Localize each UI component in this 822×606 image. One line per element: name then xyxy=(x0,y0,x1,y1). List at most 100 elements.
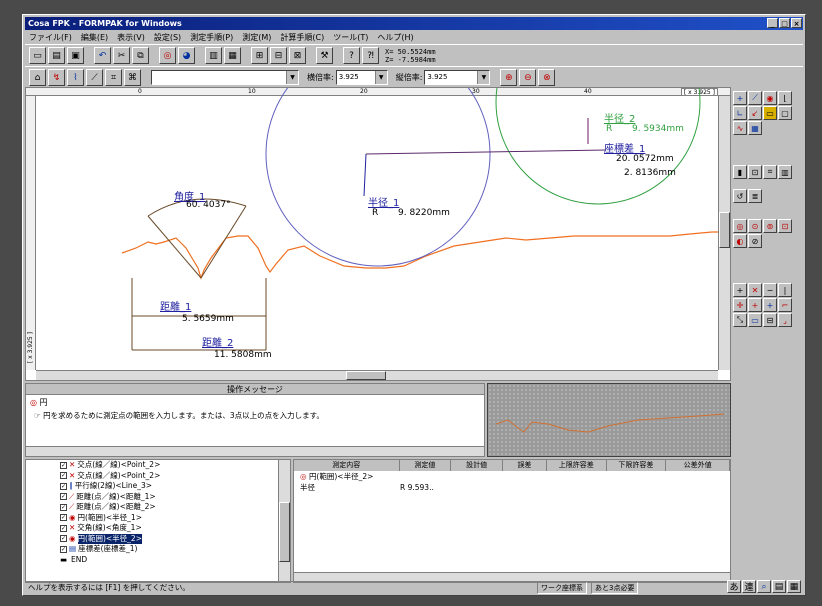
grid-icon[interactable]: ▦ xyxy=(748,121,762,135)
distance-2-label[interactable]: 距離_2 xyxy=(202,334,233,349)
view-b-icon[interactable]: ↯ xyxy=(48,69,65,86)
tree-item[interactable]: ✓ ⟋ 距離(点／線)<距離_2> xyxy=(26,502,290,513)
cross-dash-icon[interactable]: ✛ xyxy=(733,298,747,312)
circle-target-icon[interactable]: ⊚ xyxy=(763,219,777,233)
layout-a-icon[interactable]: ⊞ xyxy=(251,47,268,64)
checkbox[interactable]: ✓ xyxy=(60,503,67,511)
h-scale-select[interactable]: 3.925 ▼ xyxy=(335,70,388,85)
close-button[interactable]: × xyxy=(791,18,802,28)
list-icon[interactable]: ≣ xyxy=(748,189,762,203)
point-icon[interactable]: + xyxy=(733,91,747,105)
col-out-of-tol[interactable]: 公差外値 xyxy=(666,460,730,471)
profile-canvas[interactable]: 0 10 20 30 40 [ x 3.925 ] [ x 3.925 ] 角度… xyxy=(25,87,731,381)
checkbox[interactable]: ✓ xyxy=(60,472,67,480)
grid-icon[interactable]: ▦ xyxy=(787,580,801,593)
cross-icon[interactable]: + xyxy=(733,283,747,297)
menu-measure[interactable]: 測定(M) xyxy=(242,31,271,44)
book-icon[interactable]: ▤ xyxy=(772,580,786,593)
bend-icon[interactable]: ⌐ xyxy=(778,298,792,312)
col-error[interactable]: 誤差 xyxy=(503,460,547,471)
distance-1-label[interactable]: 距離_1 xyxy=(160,298,191,313)
chart-icon[interactable]: ▥ xyxy=(205,47,222,64)
menu-help[interactable]: ヘルプ(H) xyxy=(377,31,413,44)
view-c-icon[interactable]: ⌇ xyxy=(67,69,84,86)
chevron-down-icon[interactable]: ▼ xyxy=(374,71,387,84)
line-icon[interactable]: ⟋ xyxy=(748,91,762,105)
minus-box-icon[interactable]: ⊟ xyxy=(763,313,777,327)
zoom-out-icon[interactable]: ⊖ xyxy=(519,69,537,86)
frame-icon[interactable]: ⊡ xyxy=(748,165,762,179)
circle-box-icon[interactable]: ⊡ xyxy=(778,219,792,233)
report-icon[interactable]: ▦ xyxy=(224,47,241,64)
checkbox[interactable]: ✓ xyxy=(60,514,67,522)
menu-settings[interactable]: 設定(S) xyxy=(154,31,181,44)
layout-b-icon[interactable]: ⊟ xyxy=(270,47,287,64)
message-scrollbar[interactable] xyxy=(26,446,484,456)
checkbox[interactable]: ✓ xyxy=(60,461,67,469)
scroll-thumb[interactable] xyxy=(346,371,386,380)
zoom-fit-icon[interactable]: ⊗ xyxy=(538,69,556,86)
rotate-icon[interactable]: ↺ xyxy=(733,189,747,203)
menu-edit[interactable]: 編集(E) xyxy=(81,31,108,44)
v-scale-select[interactable]: 3.925 ▼ xyxy=(424,70,491,85)
input-mode-icon[interactable]: 連 xyxy=(742,580,756,593)
chevron-down-icon[interactable]: ▼ xyxy=(477,71,490,84)
circle-points-icon[interactable]: ⊙ xyxy=(748,219,762,233)
view-f-icon[interactable]: ⌘ xyxy=(124,69,141,86)
radius-2-label[interactable]: 半径_2 xyxy=(604,110,635,125)
table-row[interactable]: ◎ 円(範囲)<半径_2> xyxy=(294,471,730,482)
ime-icon[interactable]: あ xyxy=(727,580,741,593)
table-row[interactable]: 半径 R 9.593.. xyxy=(294,482,730,493)
tree-item[interactable]: ✓ ✕ 交点(線／線)<Point_2> xyxy=(26,460,290,471)
col-design[interactable]: 設計値 xyxy=(451,460,504,471)
tree-item[interactable]: ▬ END xyxy=(26,555,290,566)
tree-item[interactable]: ✓ ◉ 円(範囲)<半径_2> xyxy=(26,533,290,544)
checkbox[interactable]: ✓ xyxy=(60,524,67,532)
columns-icon[interactable]: ▥ xyxy=(778,165,792,179)
canvas-horizontal-scrollbar[interactable] xyxy=(36,370,718,380)
view-a-icon[interactable]: ⌂ xyxy=(29,69,46,86)
scroll-thumb[interactable] xyxy=(279,502,290,562)
overview-preview[interactable] xyxy=(487,383,731,457)
new-file-icon[interactable]: ▭ xyxy=(29,47,46,64)
undo-icon[interactable]: ↶ xyxy=(94,47,111,64)
tool-icon[interactable]: ⚒ xyxy=(316,47,333,64)
menu-file[interactable]: ファイル(F) xyxy=(29,31,72,44)
checkbox[interactable]: ✓ xyxy=(60,545,67,553)
save-icon[interactable]: ▣ xyxy=(67,47,84,64)
wave-icon[interactable]: ∿ xyxy=(733,121,747,135)
col-lower-tol[interactable]: 下限許容差 xyxy=(607,460,667,471)
menu-calc-procedure[interactable]: 計算手順(C) xyxy=(280,31,324,44)
tree-item[interactable]: ✓ ✕ 交角(線)<角度_1> xyxy=(26,523,290,534)
chevron-down-icon[interactable]: ▼ xyxy=(286,71,298,84)
checkbox[interactable]: ✓ xyxy=(60,493,67,501)
vertical-icon[interactable]: | xyxy=(778,283,792,297)
cut-icon[interactable]: ✂ xyxy=(113,47,130,64)
arc-icon[interactable]: ◐ xyxy=(733,234,747,248)
help-icon[interactable]: ? xyxy=(343,47,360,64)
col-upper-tol[interactable]: 上限許容差 xyxy=(547,460,607,471)
rect-icon[interactable]: ▭ xyxy=(748,313,762,327)
circle-icon[interactable]: ◉ xyxy=(763,91,777,105)
arc-select-icon[interactable]: ⊘ xyxy=(748,234,762,248)
tree-scrollbar[interactable] xyxy=(278,460,290,582)
open-folder-icon[interactable]: ▤ xyxy=(48,47,65,64)
search-icon[interactable]: ⌕ xyxy=(757,580,771,593)
title-bar[interactable]: Cosa FPK - FORMPAK for Windows _ □ × xyxy=(25,17,803,30)
corner-red-icon[interactable]: ⌟ xyxy=(778,313,792,327)
menu-tools[interactable]: ツール(T) xyxy=(333,31,368,44)
menu-measure-procedure[interactable]: 測定手順(P) xyxy=(190,31,233,44)
canvas-vertical-scrollbar[interactable] xyxy=(718,96,730,370)
cross-blue-icon[interactable]: + xyxy=(763,298,777,312)
circle-range-icon[interactable]: ◎ xyxy=(733,219,747,233)
box-icon[interactable]: ▭ xyxy=(763,106,777,120)
menu-view[interactable]: 表示(V) xyxy=(117,31,145,44)
angle-icon[interactable]: ∟ xyxy=(733,106,747,120)
bar-icon[interactable]: ▮ xyxy=(733,165,747,179)
tree-item[interactable]: ✓ ∥ 平行線(2線)<Line_3> xyxy=(26,481,290,492)
scroll-thumb[interactable] xyxy=(719,212,730,248)
col-measured[interactable]: 測定値 xyxy=(400,460,452,471)
corner-icon[interactable]: ⌊ xyxy=(778,91,792,105)
probe-icon[interactable]: ◕ xyxy=(178,47,195,64)
tree-item[interactable]: ✓ ⟋ 距離(点／線)<距離_1> xyxy=(26,492,290,503)
